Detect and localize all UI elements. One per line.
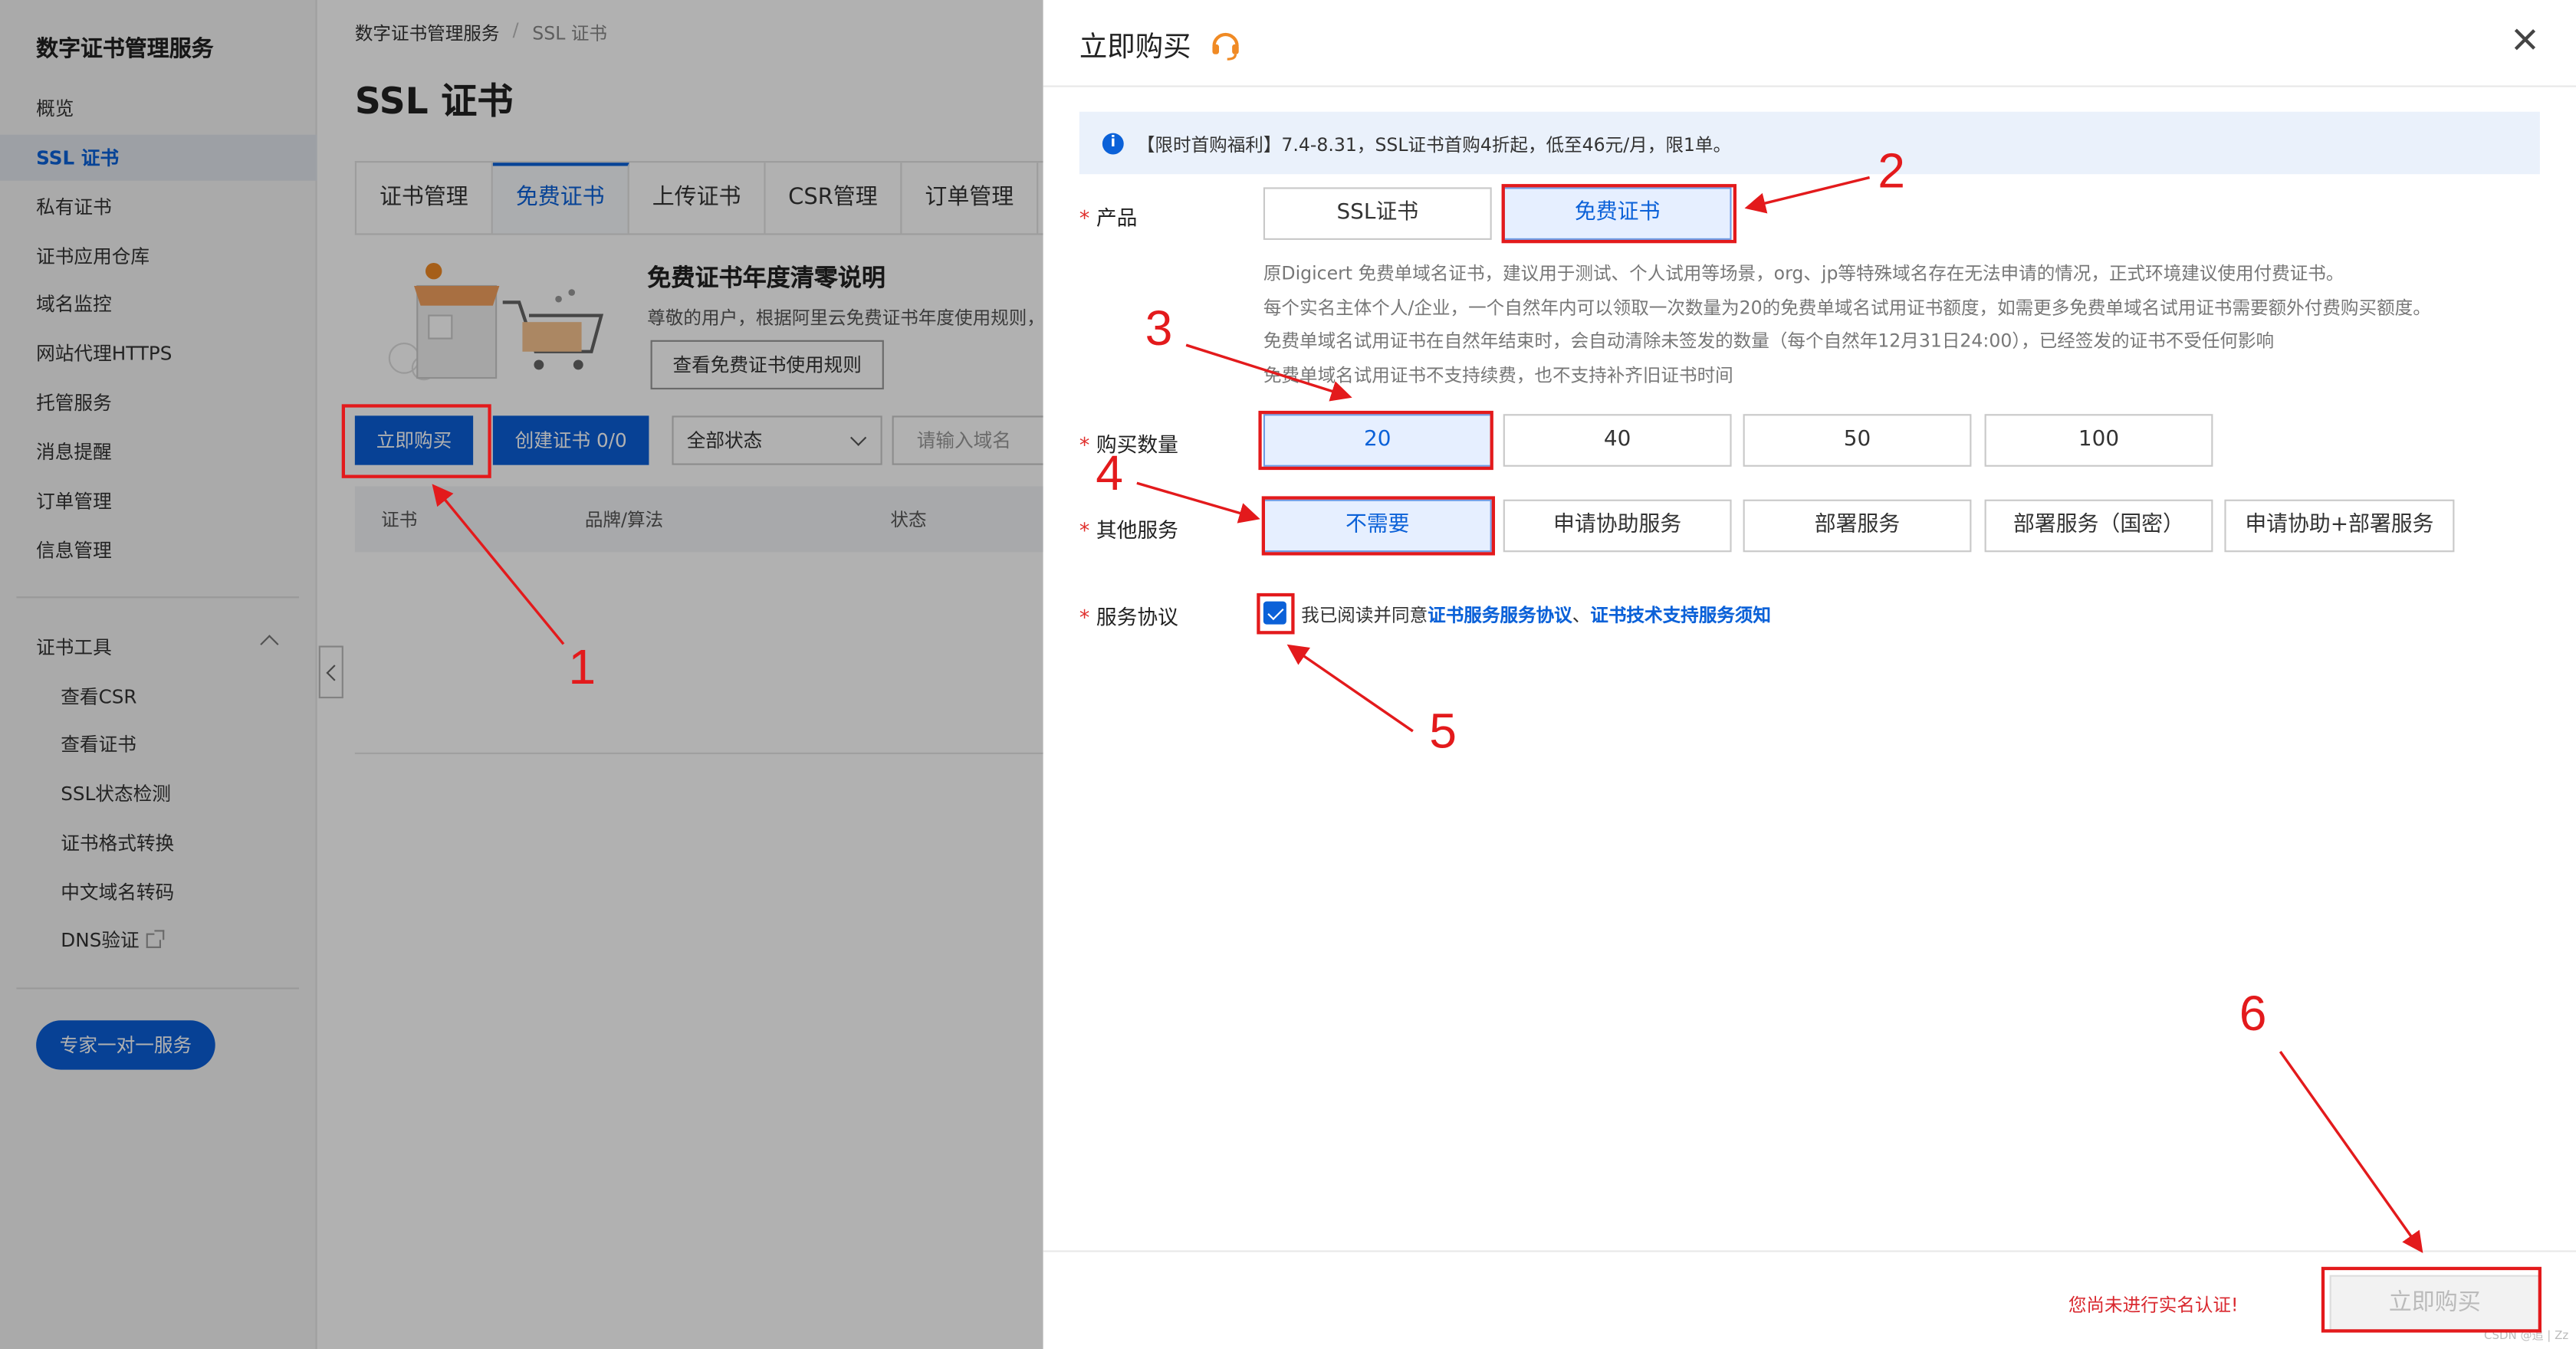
close-icon[interactable]	[2514, 28, 2537, 51]
agreement-label-text: 服务协议	[1096, 604, 1178, 630]
drawer-footer-divider	[1043, 1250, 2576, 1252]
annotation-box-1	[341, 404, 491, 478]
annotation-box-5	[1257, 592, 1295, 635]
annotation-box-4	[1261, 496, 1495, 556]
agreement-prefix: 我已阅读并同意	[1301, 604, 1428, 626]
annotation-number-2: 2	[1878, 144, 1906, 199]
quantity-option-100[interactable]: 100	[1984, 414, 2213, 467]
product-label-text: 产品	[1096, 205, 1138, 231]
drawer-title-text: 立即购买	[1079, 31, 1191, 64]
product-hint-line: 免费单域名试用证书不支持续费，也不支持补齐旧证书时间	[1263, 364, 1733, 386]
promo-notice: i 【限时首购福利】7.4-8.31，SSL证书首购4折起，低至46元/月，限1…	[1079, 111, 2540, 175]
headset-support-icon[interactable]	[1210, 28, 1243, 61]
service-option-deploy[interactable]: 部署服务	[1743, 499, 1972, 553]
agreement-separator: 、	[1572, 604, 1591, 626]
tech-support-notice-link[interactable]: 证书技术支持服务须知	[1590, 605, 1771, 626]
agreement-label: * 服务协议	[1079, 604, 1178, 630]
annotation-box-6	[2321, 1266, 2542, 1333]
service-label-text: 其他服务	[1096, 517, 1178, 543]
quantity-option-50[interactable]: 50	[1743, 414, 1972, 467]
verification-warning: 您尚未进行实名认证!	[2068, 1295, 2239, 1317]
service-option-assist-deploy[interactable]: 申请协助+部署服务	[2224, 499, 2455, 553]
product-hint-line: 每个实名主体个人/企业，一个自然年内可以领取一次数量为20的免费单域名试用证书额…	[1263, 297, 2431, 319]
annotation-box-2	[1501, 184, 1737, 244]
quantity-label: * 购买数量	[1079, 432, 1178, 457]
service-option-apply-assist[interactable]: 申请协助服务	[1503, 499, 1732, 553]
drawer-header-divider	[1043, 85, 2576, 87]
quantity-option-40[interactable]: 40	[1503, 414, 1732, 467]
service-label: * 其他服务	[1079, 517, 1178, 543]
product-hint-line: 免费单域名试用证书在自然年结束时，会自动清除未签发的数量（每个自然年12月31日…	[1263, 330, 2275, 352]
promo-notice-text: 【限时首购福利】7.4-8.31，SSL证书首购4折起，低至46元/月，限1单。	[1136, 134, 1732, 156]
annotation-number-6: 6	[2239, 987, 2267, 1042]
product-label: * 产品	[1079, 205, 1138, 231]
service-agreement-link[interactable]: 证书服务服务协议	[1428, 605, 1572, 626]
annotation-number-3: 3	[1145, 302, 1173, 357]
annotation-number-5: 5	[1429, 704, 1457, 760]
product-hint-line: 原Digicert 免费单域名证书，建议用于测试、个人试用等场景，org、jp等…	[1263, 262, 2344, 284]
modal-overlay[interactable]	[0, 0, 1043, 1349]
annotation-number-4: 4	[1096, 447, 1124, 501]
purchase-drawer: 立即购买 i 【限时首购福利】7.4-8.31，SSL证书首购4折起，低至46元…	[1043, 0, 2576, 1349]
annotation-box-3	[1258, 410, 1493, 471]
product-option-ssl[interactable]: SSL证书	[1263, 187, 1492, 240]
info-icon: i	[1102, 133, 1124, 155]
service-option-deploy-sm[interactable]: 部署服务（国密）	[1984, 499, 2213, 553]
drawer-title: 立即购买	[1079, 23, 1243, 64]
annotation-number-1: 1	[568, 641, 596, 695]
agreement-text: 我已阅读并同意证书服务服务协议、证书技术支持服务须知	[1301, 602, 1771, 628]
